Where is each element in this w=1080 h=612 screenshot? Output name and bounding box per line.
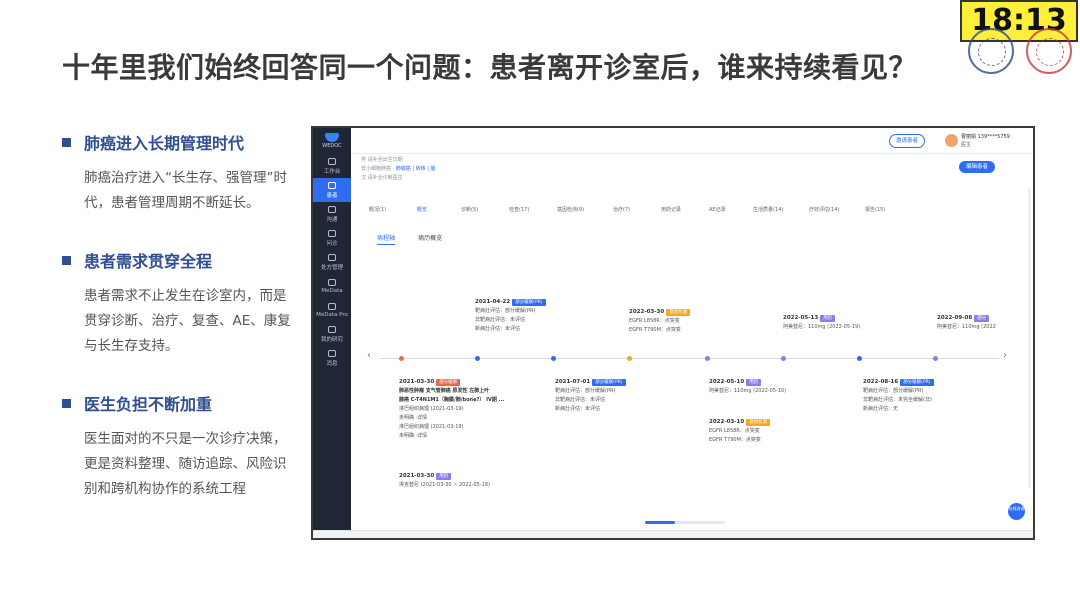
timeline-event[interactable]: 2022-03-10 基因检测 EGFR L858R：点突变 EGFR T790M… bbox=[709, 418, 771, 445]
nav-item-consultation[interactable]: 问诊 bbox=[313, 226, 351, 250]
slide-title: 十年里我们始终回答同一个问题：患者离开诊室后，谁来持续看见？ bbox=[62, 51, 918, 84]
timeline-event[interactable]: 2021-04-22 部分缓解(PR) 靶病灶评估：部分缓解(PR) 非靶病灶评估… bbox=[475, 298, 546, 334]
avatar[interactable] bbox=[945, 134, 958, 147]
timeline-event[interactable]: 2022-03-30 基因检测 EGFR L858R：点突变 EGFR T790M… bbox=[629, 308, 691, 335]
section-patient-needs: 患者需求贯穿全程 患者需求不止发生在诊室内，而是贯穿诊断、治疗、复查、AE、康复… bbox=[62, 248, 298, 359]
timeline-axis bbox=[379, 358, 999, 359]
timeline-event[interactable]: 2022-09-08 部分 阿美替尼：110mg (2022 bbox=[937, 314, 996, 332]
tab-item[interactable]: 概况(1) bbox=[369, 206, 386, 213]
tab-item[interactable]: AE记录 bbox=[709, 206, 726, 213]
timeline-event[interactable]: 2021-03-30 部分缓解 肺恶性肿瘤 支气管肺癌 原发性 左肺上叶 腺癌 C… bbox=[399, 378, 504, 441]
chevron-right-icon[interactable]: › bbox=[1003, 350, 1007, 361]
bell-icon bbox=[328, 349, 336, 357]
app-sidebar: WEDOC 工作台 患者 沟通 问诊 处方管理 MeData MeData Pr… bbox=[313, 128, 351, 538]
edit-patient-button[interactable]: 编辑患者 bbox=[959, 161, 996, 173]
app-screenshot: WEDOC 工作台 患者 沟通 问诊 处方管理 MeData MeData Pr… bbox=[311, 126, 1035, 540]
timeline-node[interactable] bbox=[475, 356, 480, 361]
vertical-scrollbar[interactable] bbox=[1028, 188, 1031, 488]
user-role: 医生 bbox=[961, 142, 972, 148]
tab-item[interactable]: 诊断(5) bbox=[461, 206, 478, 213]
university-seal-blue bbox=[968, 28, 1014, 74]
research-icon bbox=[328, 325, 336, 333]
chevron-left-icon[interactable]: ‹ bbox=[367, 350, 371, 361]
section-body: 肺癌治疗进入“长生存、强管理”时代，患者管理周期不断延长。 bbox=[84, 170, 287, 211]
tab-item[interactable]: 治疗(7) bbox=[613, 206, 630, 213]
bullet-panel: 肺癌进入长期管理时代 肺癌治疗进入“长生存、强管理”时代，患者管理周期不断延长。… bbox=[62, 130, 298, 534]
data-icon bbox=[328, 278, 336, 286]
timeline-event[interactable]: 2022-05-13 用药 阿美替尼：110mg (2022-05-19) bbox=[783, 314, 860, 332]
pill-icon bbox=[328, 253, 336, 261]
data-pro-icon bbox=[328, 302, 336, 310]
invite-patient-button[interactable]: 邀请患者 bbox=[889, 134, 926, 148]
tab-item[interactable]: 生活质量(14) bbox=[753, 206, 783, 213]
float-help-button[interactable]: 在线咨询 bbox=[1008, 503, 1025, 520]
timeline-node[interactable] bbox=[781, 356, 786, 361]
timeline-node[interactable] bbox=[399, 356, 404, 361]
nav-item-medata-pro[interactable]: MeData Pro bbox=[313, 298, 351, 322]
timeline-event[interactable]: 2021-03-30 用药 埃克替尼 (2021-03-30 ~ 2022-05-… bbox=[399, 472, 490, 490]
nav-item-research[interactable]: 我的研究 bbox=[313, 322, 351, 346]
section-body: 患者需求不止发生在诊室内，而是贯穿诊断、治疗、复查、AE、康复与长生存支持。 bbox=[84, 288, 291, 354]
tab-item[interactable]: 基因检测(9) bbox=[557, 206, 584, 213]
grid-icon bbox=[328, 157, 336, 165]
square-bullet-icon bbox=[62, 398, 71, 408]
subtab-timeline[interactable]: 病程轴 bbox=[377, 233, 396, 245]
section-body: 医生面对的不只是一次诊疗决策，更是资料整理、随访追踪、风险识别和跨机构协作的系统… bbox=[84, 431, 287, 497]
timeline-scroll-thumb[interactable] bbox=[645, 521, 675, 524]
tab-item[interactable]: 报告(15) bbox=[865, 206, 885, 213]
horizontal-scrollbar[interactable] bbox=[313, 530, 1033, 538]
record-tabs: 概况(1) 概览 诊断(5) 检查(17) 基因检测(9) 治疗(7) 用药记录… bbox=[369, 206, 1009, 218]
timeline-event[interactable]: 2021-07-01 部分缓解(PR) 靶病灶评估：部分缓解(PR) 非靶病灶评估… bbox=[555, 378, 626, 414]
app-topbar: 邀请患者 曹丽娟 139****5759 医生 bbox=[351, 128, 1033, 154]
square-bullet-icon bbox=[62, 255, 71, 265]
user-name: 曹丽娟 139****5759 bbox=[961, 134, 1010, 140]
wedoc-logo-icon bbox=[325, 133, 339, 142]
chat-icon bbox=[328, 205, 336, 213]
nav-item-patients[interactable]: 患者 bbox=[313, 178, 351, 202]
user-icon bbox=[328, 181, 336, 189]
nav-item-communication[interactable]: 沟通 bbox=[313, 202, 351, 226]
timeline-node[interactable] bbox=[705, 356, 710, 361]
section-title: 患者需求贯穿全程 bbox=[84, 252, 213, 271]
nav-item-medata[interactable]: MeData bbox=[313, 274, 351, 298]
timeline-event[interactable]: 2022-08-16 部分缓解(PR) 靶病灶评估：部分缓解(PR) 非靶病灶评估… bbox=[863, 378, 934, 414]
nav-item-prescription[interactable]: 处方管理 bbox=[313, 250, 351, 274]
wedoc-logo: WEDOC bbox=[313, 128, 351, 154]
timeline-event[interactable]: 2022-05-10 用药 阿美替尼：110mg (2022-05-10) bbox=[709, 378, 786, 396]
nav-item-messages[interactable]: 消息 bbox=[313, 346, 351, 370]
timeline-node[interactable] bbox=[627, 356, 632, 361]
university-seal-red bbox=[1026, 28, 1072, 74]
section-long-term: 肺癌进入长期管理时代 肺癌治疗进入“长生存、强管理”时代，患者管理周期不断延长。 bbox=[62, 130, 298, 216]
section-title: 医生负担不断加重 bbox=[84, 395, 213, 414]
patient-info: 男 请补全出生日期 非小细胞肺癌 · 肺腺癌 | 转移 | 脑 汉 请补全诊断医… bbox=[361, 157, 436, 181]
section-doctor-burden: 医生负担不断加重 医生面对的不只是一次诊疗决策，更是资料整理、随访追踪、风险识别… bbox=[62, 391, 298, 502]
square-bullet-icon bbox=[62, 137, 71, 147]
section-title: 肺癌进入长期管理时代 bbox=[84, 134, 245, 153]
nav-item-workbench[interactable]: 工作台 bbox=[313, 154, 351, 178]
tab-item[interactable]: 概览 bbox=[417, 206, 427, 213]
tab-item[interactable]: 检查(17) bbox=[509, 206, 529, 213]
timeline-node[interactable] bbox=[933, 356, 938, 361]
diagnosis-link[interactable]: 肺腺癌 | 转移 | 脑 bbox=[396, 166, 436, 172]
subtab-overview[interactable]: 病历概览 bbox=[418, 233, 442, 242]
subtab-bar: 病程轴 病历概览 bbox=[377, 225, 460, 245]
app-main: 邀请患者 曹丽娟 139****5759 医生 男 请补全出生日期 非小细胞肺癌… bbox=[351, 128, 1033, 538]
tab-item[interactable]: 疗效评估(14) bbox=[809, 206, 839, 213]
timeline-node[interactable] bbox=[551, 356, 556, 361]
video-icon bbox=[328, 229, 336, 237]
timeline-node[interactable] bbox=[857, 356, 862, 361]
tab-item[interactable]: 用药记录 bbox=[661, 206, 681, 213]
